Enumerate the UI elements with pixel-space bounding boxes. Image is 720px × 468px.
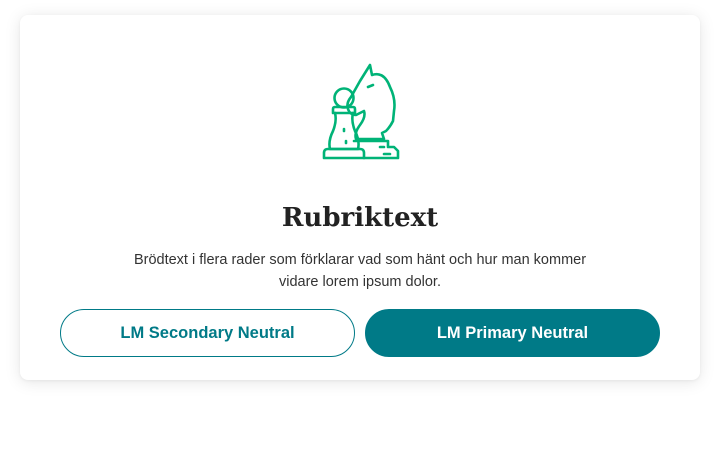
primary-button[interactable]: LM Primary Neutral	[365, 309, 660, 357]
dialog-body-text: Brödtext i flera rader som förklarar vad…	[133, 252, 587, 290]
dialog-title: Rubriktext	[281, 203, 439, 233]
chess-knight-pawn-icon	[320, 61, 400, 163]
secondary-button[interactable]: LM Secondary Neutral	[60, 309, 355, 357]
dialog-card: Rubriktext Brödtext i flera rader som fö…	[20, 15, 700, 380]
